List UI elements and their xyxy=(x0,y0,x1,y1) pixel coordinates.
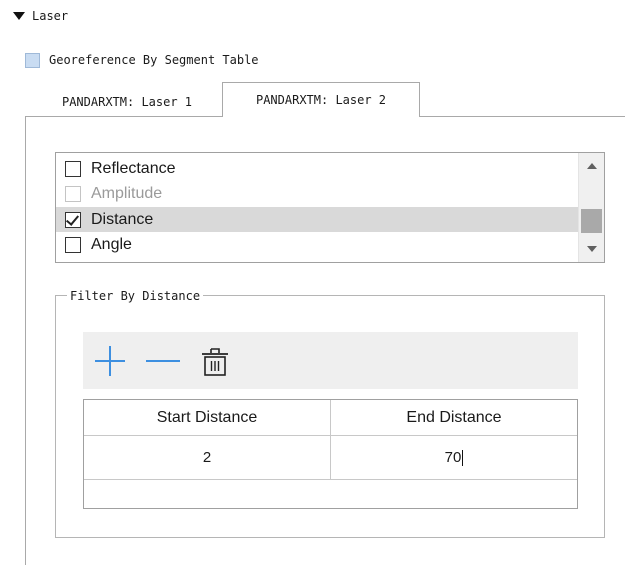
column-header-start-distance[interactable]: Start Distance xyxy=(84,400,331,436)
laser-section-header[interactable]: Laser xyxy=(13,6,68,26)
cell-end-distance[interactable]: 70 xyxy=(331,436,577,480)
list-item-label: Angle xyxy=(91,235,132,253)
arrow-down-icon xyxy=(586,246,597,252)
collapse-triangle-icon[interactable] xyxy=(13,12,25,20)
list-scrollbar[interactable] xyxy=(578,153,604,262)
list-item-amplitude: Amplitude xyxy=(56,181,578,206)
delete-button[interactable] xyxy=(195,332,235,389)
arrow-up-icon xyxy=(586,163,597,169)
filter-toolbar xyxy=(83,332,578,389)
minus-icon xyxy=(146,359,180,362)
scroll-up-button[interactable] xyxy=(579,153,604,179)
reflectance-checkbox[interactable] xyxy=(65,160,81,177)
text-caret xyxy=(462,449,464,466)
remove-row-button[interactable] xyxy=(141,332,185,389)
plus-icon xyxy=(95,345,125,376)
georeference-label: Georeference By Segment Table xyxy=(49,53,259,67)
list-item-label: Reflectance xyxy=(91,159,176,177)
list-item-label: Distance xyxy=(91,210,154,228)
georeference-checkbox-row[interactable]: Georeference By Segment Table xyxy=(25,51,259,69)
attribute-listbox[interactable]: Reflectance Amplitude Distance Angle xyxy=(55,152,605,263)
distance-checkbox[interactable] xyxy=(65,211,81,228)
scroll-down-button[interactable] xyxy=(579,236,604,262)
end-distance-value: 70 xyxy=(444,449,462,466)
trash-icon xyxy=(202,347,228,376)
filter-group-title: Filter By Distance xyxy=(67,287,204,305)
scroll-thumb[interactable] xyxy=(581,209,602,233)
list-item-angle[interactable]: Angle xyxy=(56,232,578,257)
tab-laser-2[interactable]: PANDARXTM: Laser 2 xyxy=(222,82,420,117)
georeference-checkbox[interactable] xyxy=(25,52,40,68)
amplitude-checkbox xyxy=(65,185,81,202)
tab-laser-1[interactable]: PANDARXTM: Laser 1 xyxy=(34,86,220,117)
list-item-label: Amplitude xyxy=(91,184,163,202)
add-row-button[interactable] xyxy=(91,332,129,389)
list-item-distance[interactable]: Distance xyxy=(56,207,578,232)
section-title: Laser xyxy=(32,9,69,23)
cell-start-distance[interactable]: 2 xyxy=(84,436,331,480)
angle-checkbox[interactable] xyxy=(65,236,81,253)
start-distance-value: 2 xyxy=(202,449,212,466)
distance-table: Start Distance End Distance 2 70 xyxy=(83,399,578,509)
list-item-reflectance[interactable]: Reflectance xyxy=(56,156,578,181)
column-header-end-distance[interactable]: End Distance xyxy=(331,400,577,436)
checkmark-icon xyxy=(65,211,80,226)
